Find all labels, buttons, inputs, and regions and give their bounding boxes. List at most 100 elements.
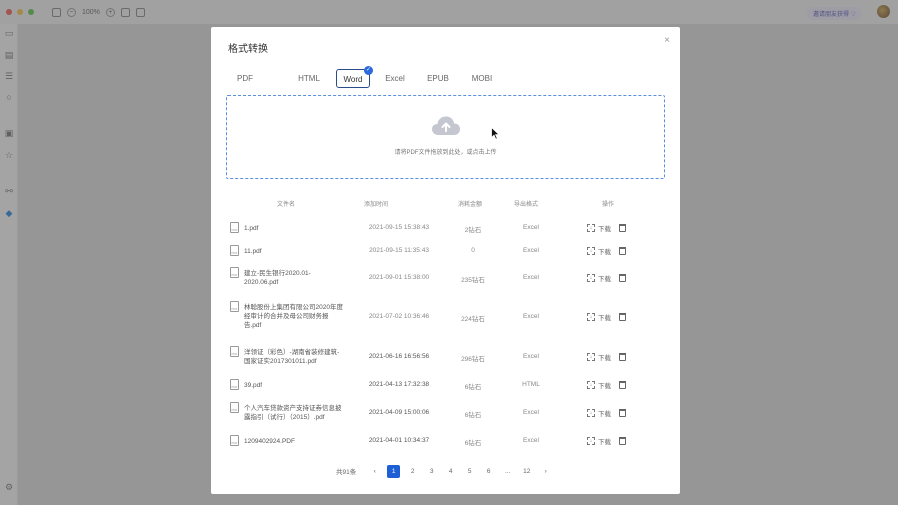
tab-pdf[interactable]: PDF — [228, 69, 262, 88]
download-icon[interactable]: ↓ — [587, 409, 595, 417]
cost: 6钻石 — [464, 412, 482, 419]
export-format: Excel — [523, 313, 539, 320]
cost: 224钻石 — [461, 316, 485, 323]
trash-icon[interactable] — [619, 224, 626, 232]
added-time: 2021-04-09 15:00:06 — [368, 409, 430, 416]
cloud-upload-icon — [432, 116, 460, 135]
dropzone-hint: 请将PDF文件拖放到此处，或点击上传 — [394, 150, 497, 156]
added-time: 2021-04-13 17:32:38 — [368, 381, 430, 388]
file-name: 1.pdf — [244, 225, 259, 232]
file-name: 林聪股份上集团有限公司2020年度经审计的合并及母公司财务报告.pdf — [244, 304, 343, 329]
download-link[interactable]: 下载 — [598, 436, 611, 446]
row-actions: ↓ 下载 — [587, 246, 626, 256]
added-time: 2021-06-16 16:56:56 — [368, 353, 430, 360]
check-icon: ✓ — [364, 66, 373, 75]
prev-page-button[interactable]: ‹ — [368, 465, 381, 478]
trash-icon[interactable] — [619, 381, 626, 389]
format-tabs: PDF HTML Word ✓ Excel EPUB MOBI — [228, 66, 668, 89]
download-icon[interactable]: ↓ — [587, 353, 595, 361]
download-link[interactable]: 下载 — [598, 380, 611, 390]
tab-html[interactable]: HTML — [290, 69, 328, 88]
page-button[interactable]: 1 — [387, 464, 401, 478]
row-actions: ↓ 下载 — [587, 352, 626, 362]
download-link[interactable]: 下载 — [598, 408, 611, 418]
trash-icon[interactable] — [619, 409, 626, 417]
pdf-file-icon: PDF — [230, 379, 239, 390]
export-format: Excel — [523, 353, 539, 360]
cost: 235钻石 — [461, 277, 485, 284]
mouse-cursor-icon — [491, 127, 500, 140]
export-format: HTML — [522, 381, 540, 388]
download-icon[interactable]: ↓ — [587, 247, 595, 255]
file-name: 个人汽车贷款资产支持证券信息披露指引（试行）（2015）.pdf — [244, 405, 342, 421]
column-filename: 文件名 — [277, 202, 296, 208]
page-button[interactable]: 6 — [482, 465, 495, 478]
column-actions: 操作 — [602, 202, 615, 208]
page-button[interactable]: 5 — [463, 465, 476, 478]
download-icon[interactable]: ↓ — [587, 381, 595, 389]
cost: 2钻石 — [464, 227, 482, 234]
row-actions: ↓ 下载 — [587, 223, 626, 233]
export-format: Excel — [523, 274, 539, 281]
trash-icon[interactable] — [619, 313, 626, 321]
row-actions: ↓ 下载 — [587, 408, 626, 418]
pagination: 共91条 ‹ 1 2 3 4 5 6 ... 12 › — [336, 464, 558, 478]
row-actions: ↓ 下载 — [587, 380, 626, 390]
tab-excel[interactable]: Excel — [378, 69, 412, 88]
page-button[interactable]: 2 — [406, 465, 419, 478]
cost: 6钻石 — [464, 384, 482, 391]
format-conversion-dialog: 格式转换 × PDF HTML Word ✓ Excel EPUB MOBI 请… — [211, 27, 680, 494]
page-ellipsis[interactable]: ... — [501, 465, 514, 478]
cost: 6钻石 — [464, 440, 482, 447]
file-name: 1209402924.PDF — [244, 438, 295, 445]
file-name: 洋领证（彩色）-湖南省装修建筑-国家证实2017301011.pdf — [244, 349, 340, 365]
total-count: 共91条 — [336, 469, 357, 476]
export-format: Excel — [523, 437, 539, 444]
trash-icon[interactable] — [619, 353, 626, 361]
row-actions: ↓ 下载 — [587, 273, 626, 283]
file-name: 39.pdf — [244, 382, 263, 389]
column-added-time: 添加时间 — [364, 202, 389, 208]
row-actions: ↓ 下载 — [587, 436, 626, 446]
added-time: 2021-09-15 11:35:43 — [369, 247, 429, 254]
pdf-file-icon: PDF — [230, 301, 239, 312]
tab-epub[interactable]: EPUB — [420, 69, 456, 88]
table-header: 文件名 添加时间 消耗金额 导出格式 操作 — [226, 197, 665, 209]
added-time: 2021-07-02 10:36:46 — [368, 313, 430, 320]
download-link[interactable]: 下载 — [598, 312, 611, 322]
download-icon[interactable]: ↓ — [587, 313, 595, 321]
pdf-file-icon: PDF — [230, 245, 239, 256]
row-actions: ↓ 下载 — [587, 312, 626, 322]
download-icon[interactable]: ↓ — [587, 224, 595, 232]
upload-dropzone[interactable]: 请将PDF文件拖放到此处，或点击上传 — [226, 95, 665, 179]
tab-word-label: Word — [343, 75, 363, 84]
trash-icon[interactable] — [619, 437, 626, 445]
file-name: 11.pdf — [244, 248, 262, 255]
export-format: Excel — [523, 409, 539, 416]
next-page-button[interactable]: › — [539, 465, 552, 478]
page-button[interactable]: 12 — [520, 465, 533, 478]
trash-icon[interactable] — [619, 247, 626, 255]
dialog-title: 格式转换 — [228, 44, 268, 55]
pdf-file-icon: PDF — [230, 267, 239, 278]
download-icon[interactable]: ↓ — [587, 274, 595, 282]
column-cost: 消耗金额 — [458, 202, 483, 208]
download-icon[interactable]: ↓ — [587, 437, 595, 445]
page-button[interactable]: 3 — [425, 465, 438, 478]
pdf-file-icon: PDF — [230, 346, 239, 357]
added-time: 2021-09-01 15:38:00 — [368, 274, 430, 281]
download-link[interactable]: 下载 — [598, 246, 611, 256]
download-link[interactable]: 下载 — [598, 223, 611, 233]
pdf-file-icon: PDF — [230, 222, 239, 233]
trash-icon[interactable] — [619, 274, 626, 282]
cost: 0 — [471, 247, 475, 254]
tab-word[interactable]: Word ✓ — [336, 66, 373, 88]
download-link[interactable]: 下载 — [598, 352, 611, 362]
tab-mobi[interactable]: MOBI — [464, 69, 500, 88]
added-time: 2021-09-15 15:38:43 — [368, 224, 430, 231]
download-link[interactable]: 下载 — [598, 273, 611, 283]
page-button[interactable]: 4 — [444, 465, 457, 478]
file-name: 建立-民生银行2020.01-2020.06.pdf — [244, 270, 311, 286]
cost: 296钻石 — [461, 356, 485, 363]
close-icon[interactable]: × — [664, 35, 670, 46]
